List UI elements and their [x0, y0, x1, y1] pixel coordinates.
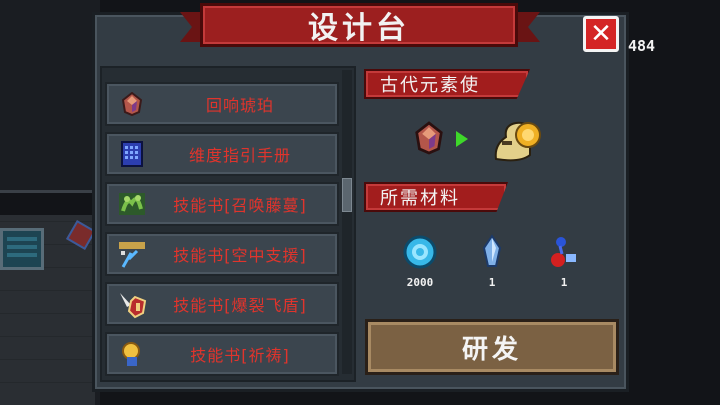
recipe-list[interactable]: 回响琥珀 维度指引手册 技能书[召唤藤蔓] 技能书[空中支援] 技能书[爆裂飞盾… [100, 66, 356, 382]
recipe-item[interactable]: 技能书[召唤藤蔓] [105, 182, 339, 226]
recipe-label: 技能书[空中支援] [173, 246, 307, 265]
material-item: 1 [462, 232, 522, 289]
recipe-item[interactable]: 回响琥珀 [105, 82, 339, 126]
amber-gem-icon [115, 87, 149, 121]
dimension-manual-icon [115, 137, 149, 171]
gem-counter: 484 [628, 37, 656, 55]
scrollbar-thumb[interactable] [342, 178, 352, 212]
blue-gem-coin-icon [400, 232, 440, 272]
close-icon: ✕ [590, 19, 612, 49]
page-title: 设计台 [308, 11, 410, 46]
recipe-label: 维度指引手册 [188, 146, 291, 165]
air-support-book-icon [115, 237, 149, 271]
research-button[interactable]: 研发 [365, 319, 619, 375]
burst-shield-book-icon [115, 287, 149, 321]
wall-monitor [0, 228, 44, 270]
crystal-shard-icon [472, 232, 512, 272]
recipe-label: 回响琥珀 [205, 96, 274, 115]
recipe-item[interactable]: 技能书[祈祷] [105, 332, 339, 376]
green-arrow-icon [454, 129, 470, 153]
material-count: 1 [488, 276, 496, 289]
ancient-elementalist-icon [490, 115, 546, 171]
materials-header: 所需材料 [364, 182, 508, 212]
recipe-scrollbar[interactable] [342, 70, 352, 374]
amber-gem-icon [414, 121, 444, 159]
vine-summon-book-icon [115, 187, 149, 221]
prayer-book-icon [115, 337, 149, 371]
recipe-item[interactable]: 技能书[空中支援] [105, 232, 339, 276]
close-button[interactable]: ✕ [583, 16, 619, 52]
title-banner: 设计台 [200, 3, 518, 47]
material-count: 1 [560, 276, 568, 289]
recipe-label: 技能书[爆裂飞盾] [173, 296, 307, 315]
material-count: 2000 [406, 276, 434, 289]
research-button-label: 研发 [461, 334, 522, 365]
recipe-item[interactable]: 技能书[爆裂飞盾] [105, 282, 339, 326]
recipe-label: 技能书[祈祷] [190, 346, 290, 365]
recipe-item[interactable]: 维度指引手册 [105, 132, 339, 176]
blueprint-name-header: 古代元素使 [364, 69, 530, 99]
material-item: 2000 [390, 232, 450, 289]
craft-preview [414, 115, 564, 165]
elemental-orb-icon [544, 232, 584, 272]
material-item: 1 [534, 232, 594, 289]
recipe-label: 技能书[召唤藤蔓] [173, 196, 307, 215]
